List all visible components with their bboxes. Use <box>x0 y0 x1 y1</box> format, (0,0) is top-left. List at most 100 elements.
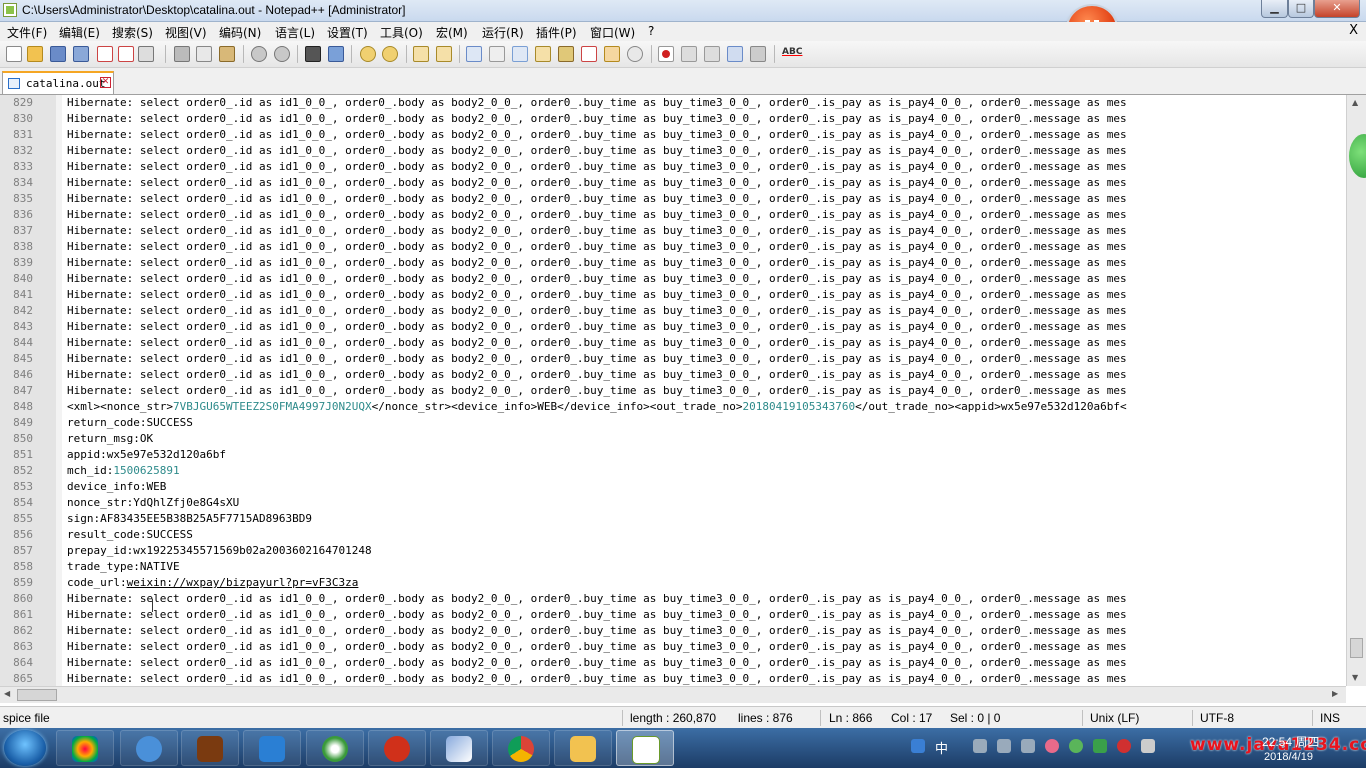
vertical-scroll-thumb[interactable] <box>1350 638 1363 658</box>
editor-line[interactable]: 858 trade_type:NATIVE <box>0 559 1346 575</box>
stop-macro-icon[interactable] <box>681 46 697 62</box>
editor-line[interactable]: 853 device_info:WEB <box>0 479 1346 495</box>
taskbar-app-3[interactable] <box>181 730 239 766</box>
status-eol[interactable]: Unix (LF) <box>1090 711 1139 725</box>
editor-line[interactable]: 855 sign:AF83435EE5B38B25A5F7715AD8963BD9 <box>0 511 1346 527</box>
editor-line[interactable]: 831 Hibernate: select order0_.id as id1_0… <box>0 127 1346 143</box>
editor-line[interactable]: 851 appid:wx5e97e532d120a6bf <box>0 447 1346 463</box>
paste-icon[interactable] <box>219 46 235 62</box>
find-icon[interactable] <box>305 46 321 62</box>
editor-line[interactable]: 861 Hibernate: select order0_.id as id1_0… <box>0 607 1346 623</box>
editor-line[interactable]: 841 Hibernate: select order0_.id as id1_0… <box>0 287 1346 303</box>
tray-icon[interactable] <box>1045 739 1059 753</box>
menu-window[interactable]: 窗口(W) <box>590 24 635 41</box>
editor-line[interactable]: 832 Hibernate: select order0_.id as id1_0… <box>0 143 1346 159</box>
tab-catalina-out[interactable]: catalina.out ✕ <box>2 71 114 94</box>
menu-settings[interactable]: 设置(T) <box>327 24 368 41</box>
editor-line[interactable]: 850 return_msg:OK <box>0 431 1346 447</box>
monitoring-icon[interactable] <box>627 46 643 62</box>
cut-icon[interactable] <box>174 46 190 62</box>
ime-label[interactable]: 中 <box>935 738 948 757</box>
menu-file[interactable]: 文件(F) <box>7 24 47 41</box>
maximize-button[interactable]: □ <box>1288 0 1314 18</box>
editor-line[interactable]: 836 Hibernate: select order0_.id as id1_0… <box>0 207 1346 223</box>
tray-icon[interactable] <box>1117 739 1131 753</box>
new-file-icon[interactable] <box>6 46 22 62</box>
editor-line[interactable]: 865 Hibernate: select order0_.id as id1_0… <box>0 671 1346 686</box>
play-macro-icon[interactable] <box>704 46 720 62</box>
minimize-button[interactable]: ▁ <box>1261 0 1288 18</box>
indent-guide-icon[interactable] <box>512 46 528 62</box>
record-macro-icon[interactable] <box>658 46 674 62</box>
editor-line[interactable]: 862 Hibernate: select order0_.id as id1_0… <box>0 623 1346 639</box>
editor-line[interactable]: 859 code_url:weixin://wxpay/bizpayurl?pr=… <box>0 575 1346 591</box>
editor-line[interactable]: 864 Hibernate: select order0_.id as id1_0… <box>0 655 1346 671</box>
editor-line[interactable]: 860 Hibernate: select order0_.id as id1_0… <box>0 591 1346 607</box>
sync-vertical-icon[interactable] <box>413 46 429 62</box>
open-file-icon[interactable] <box>27 46 43 62</box>
editor-line[interactable]: 848 <xml><nonce_str>7VBJGU65WTEEZ2S0FMA49… <box>0 399 1346 415</box>
editor-line[interactable]: 863 Hibernate: select order0_.id as id1_0… <box>0 639 1346 655</box>
input-method-icon[interactable] <box>911 739 925 753</box>
editor-line[interactable]: 839 Hibernate: select order0_.id as id1_0… <box>0 255 1346 271</box>
tab-close-icon[interactable]: ✕ <box>100 77 111 88</box>
text-editor[interactable]: 829 Hibernate: select order0_.id as id1_0… <box>0 95 1346 686</box>
folder-workspace-icon[interactable] <box>604 46 620 62</box>
editor-line[interactable]: 837 Hibernate: select order0_.id as id1_0… <box>0 223 1346 239</box>
editor-line[interactable]: 847 Hibernate: select order0_.id as id1_0… <box>0 383 1346 399</box>
show-all-chars-icon[interactable] <box>489 46 505 62</box>
notepadpp-icon[interactable] <box>3 3 17 17</box>
taskbar-chrome[interactable] <box>492 730 550 766</box>
menu-edit[interactable]: 编辑(E) <box>59 24 100 41</box>
save-all-icon[interactable] <box>73 46 89 62</box>
taskbar-app-4[interactable] <box>243 730 301 766</box>
scroll-left-icon[interactable]: ◀ <box>4 689 10 698</box>
menu-tools[interactable]: 工具(O) <box>380 24 423 41</box>
taskbar-app-6[interactable] <box>368 730 426 766</box>
editor-line[interactable]: 852 mch_id:1500625891 <box>0 463 1346 479</box>
editor-line[interactable]: 846 Hibernate: select order0_.id as id1_0… <box>0 367 1346 383</box>
editor-line[interactable]: 833 Hibernate: select order0_.id as id1_0… <box>0 159 1346 175</box>
editor-line[interactable]: 845 Hibernate: select order0_.id as id1_0… <box>0 351 1346 367</box>
taskbar-app-2[interactable] <box>120 730 178 766</box>
taskbar-app-5[interactable] <box>306 730 364 766</box>
horizontal-scrollbar[interactable]: ◀ ▶ <box>0 686 1346 703</box>
editor-line[interactable]: 843 Hibernate: select order0_.id as id1_0… <box>0 319 1346 335</box>
editor-line[interactable]: 840 Hibernate: select order0_.id as id1_0… <box>0 271 1346 287</box>
editor-line[interactable]: 838 Hibernate: select order0_.id as id1_0… <box>0 239 1346 255</box>
editor-line[interactable]: 849 return_code:SUCCESS <box>0 415 1346 431</box>
url-link[interactable]: weixin://wxpay/bizpayurl?pr=vF3C3za <box>127 576 359 589</box>
spellcheck-icon[interactable]: ABC <box>782 47 802 57</box>
doc-map-icon[interactable] <box>558 46 574 62</box>
editor-line[interactable]: 842 Hibernate: select order0_.id as id1_0… <box>0 303 1346 319</box>
menu-macro[interactable]: 宏(M) <box>436 24 468 41</box>
status-encoding[interactable]: UTF-8 <box>1200 711 1234 725</box>
clock-date[interactable]: 2018/4/19 <box>1264 751 1313 763</box>
taskbar-notepadpp[interactable] <box>616 730 674 766</box>
menu-view[interactable]: 视图(V) <box>165 24 207 41</box>
tray-icon[interactable] <box>1021 739 1035 753</box>
redo-icon[interactable] <box>274 46 290 62</box>
print-icon[interactable] <box>138 46 154 62</box>
replace-icon[interactable] <box>328 46 344 62</box>
zoom-out-icon[interactable] <box>382 46 398 62</box>
volume-icon[interactable] <box>1141 739 1155 753</box>
copy-icon[interactable] <box>196 46 212 62</box>
scroll-down-icon[interactable]: ▼ <box>1352 673 1358 682</box>
shield-icon[interactable] <box>1093 739 1107 753</box>
editor-line[interactable]: 830 Hibernate: select order0_.id as id1_0… <box>0 111 1346 127</box>
close-document-button[interactable]: X <box>1349 23 1358 38</box>
save-icon[interactable] <box>50 46 66 62</box>
menu-encoding[interactable]: 编码(N) <box>219 24 261 41</box>
editor-line[interactable]: 854 nonce_str:YdQhlZfj0e8G4sXU <box>0 495 1346 511</box>
taskbar-explorer[interactable] <box>554 730 612 766</box>
menu-run[interactable]: 运行(R) <box>482 24 524 41</box>
zoom-in-icon[interactable] <box>360 46 376 62</box>
horizontal-scroll-thumb[interactable] <box>17 689 57 701</box>
tray-icon[interactable] <box>997 739 1011 753</box>
start-button[interactable] <box>4 730 46 766</box>
close-all-icon[interactable] <box>118 46 134 62</box>
editor-line[interactable]: 834 Hibernate: select order0_.id as id1_0… <box>0 175 1346 191</box>
menu-language[interactable]: 语言(L) <box>275 24 315 41</box>
taskbar-app-1[interactable] <box>56 730 114 766</box>
